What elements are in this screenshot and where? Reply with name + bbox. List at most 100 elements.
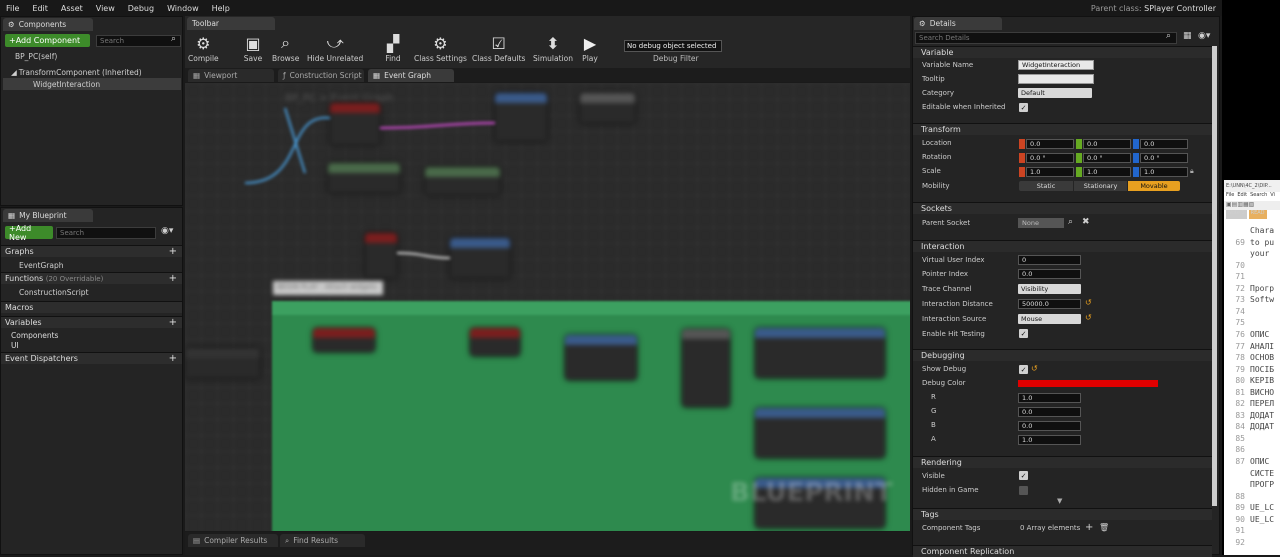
scale-z-input[interactable]: 1.0 (1140, 167, 1188, 177)
reset-default-icon[interactable]: ↺ (1031, 364, 1038, 373)
trace-channel-select[interactable]: Visibility (1018, 284, 1081, 294)
notepad-menu-view[interactable]: Vi (1270, 192, 1275, 201)
menu-view[interactable]: View (96, 4, 115, 13)
code-line[interactable]: 74 (1232, 307, 1250, 316)
debug-color-g-input[interactable]: 0.0 (1018, 407, 1081, 417)
menu-edit[interactable]: Edit (32, 4, 48, 13)
location-x-input[interactable]: 0.0 (1026, 139, 1074, 149)
code-line[interactable]: Chara (1232, 226, 1274, 235)
components-tab[interactable]: ⚙ Components (3, 18, 93, 31)
code-line[interactable]: 85 (1232, 434, 1250, 443)
reset-default-icon[interactable]: ↺ (1085, 298, 1092, 307)
code-line[interactable]: 82 ПЕРЕЛ (1232, 399, 1274, 408)
component-widget-interaction[interactable]: WidgetInteraction (3, 78, 181, 90)
tab-event-graph[interactable]: ▦ Event Graph (368, 69, 454, 82)
tooltip-input[interactable] (1018, 74, 1094, 84)
find-button[interactable]: ▞ Find (383, 32, 403, 64)
code-line[interactable]: 70 (1232, 261, 1250, 270)
menu-window[interactable]: Window (167, 4, 199, 13)
parent-socket-input[interactable]: None (1018, 218, 1064, 228)
menu-help[interactable]: Help (212, 4, 230, 13)
graph-node[interactable] (682, 329, 730, 407)
component-transform[interactable]: ◢ TransformComponent (Inherited) (7, 66, 142, 78)
mobility-movable[interactable]: Movable (1128, 181, 1180, 191)
code-line[interactable]: СИСТЕ (1232, 469, 1274, 478)
code-line[interactable]: 87 ОПИС (1232, 457, 1269, 466)
my-blueprint-tab[interactable]: ▦ My Blueprint (3, 209, 93, 222)
editable-inherited-checkbox[interactable]: ✓ (1019, 103, 1028, 112)
interaction-distance-input[interactable]: 50000.0 (1018, 299, 1081, 309)
interaction-section-header[interactable]: Interaction (913, 240, 1212, 252)
delete-elements-icon[interactable]: 🗑︎ (1099, 523, 1109, 532)
code-line[interactable]: 80 КЕРІВ (1232, 376, 1274, 385)
code-line[interactable]: 71 (1232, 272, 1250, 281)
class-settings-button[interactable]: ⚙ Class Settings (414, 32, 467, 64)
virtual-user-index-input[interactable]: 0 (1018, 255, 1081, 265)
debug-color-a-input[interactable]: 1.0 (1018, 435, 1081, 445)
code-line[interactable]: 83 ДОДАТ (1232, 411, 1274, 420)
debugging-section-header[interactable]: Debugging (913, 349, 1212, 361)
code-line[interactable]: 92 (1232, 538, 1250, 547)
graph-node[interactable] (313, 328, 375, 352)
category-select[interactable]: Default (1018, 88, 1092, 98)
debug-object-select[interactable]: No debug object selected (624, 40, 722, 52)
hide-unrelated-button[interactable]: ⤻ Hide Unrelated (307, 32, 363, 63)
sockets-section-header[interactable]: Sockets (913, 202, 1212, 214)
tab-compiler-results[interactable]: ▤ Compiler Results (188, 534, 278, 547)
class-defaults-button[interactable]: ☑ Class Defaults (472, 32, 525, 64)
code-line[interactable]: ПРОГР (1232, 480, 1274, 489)
graph-node[interactable] (755, 328, 885, 378)
lock-icon[interactable]: 🔒︎ (1190, 167, 1194, 176)
details-search-input[interactable]: Search Details (915, 32, 1177, 44)
show-debug-checkbox[interactable]: ✓ (1019, 365, 1028, 374)
tags-section-header[interactable]: Tags (913, 508, 1212, 520)
variable-name-input[interactable]: WidgetInteraction (1018, 60, 1094, 70)
pointer-index-input[interactable]: 0.0 (1018, 269, 1081, 279)
debug-color-b-input[interactable]: 0.0 (1018, 421, 1081, 431)
details-view-options-icon[interactable]: ◉▾ (1198, 31, 1210, 41)
simulation-button[interactable]: ⬍ Simulation (533, 32, 573, 64)
visible-checkbox[interactable]: ✓ (1019, 471, 1028, 480)
notepad-menu-search[interactable]: Search (1250, 192, 1267, 201)
transform-section-header[interactable]: Transform (913, 123, 1212, 135)
event-dispatchers-section[interactable]: Event Dispatchers + (1, 352, 182, 364)
save-button[interactable]: ▣ Save (243, 32, 263, 64)
menu-asset[interactable]: Asset (61, 4, 83, 13)
variables-section[interactable]: Variables + (1, 316, 182, 328)
comment-box-header[interactable]: BEGIN PLAY : Attach widgets (273, 281, 383, 295)
graph-node[interactable] (755, 408, 885, 458)
reset-default-icon[interactable]: ↺ (1085, 313, 1092, 322)
details-tab[interactable]: ⚙ Details (914, 17, 1002, 30)
debug-color-r-input[interactable]: 1.0 (1018, 393, 1081, 403)
graph-node[interactable] (185, 348, 260, 378)
mobility-stationary[interactable]: Stationary (1074, 181, 1127, 191)
code-line[interactable]: 73 Softw (1232, 295, 1274, 304)
construction-script-item[interactable]: ConstructionScript (15, 286, 89, 298)
notepad-tab[interactable]: Note 1 (1226, 210, 1247, 219)
code-line[interactable]: 79 ПОСІБ (1232, 365, 1274, 374)
blueprint-search-input[interactable]: Search (56, 227, 156, 239)
code-line[interactable]: your (1232, 249, 1269, 258)
interaction-source-select[interactable]: Mouse (1018, 314, 1081, 324)
menu-file[interactable]: File (6, 4, 19, 13)
eye-icon[interactable]: ◉▾ (161, 226, 173, 236)
code-line[interactable]: 89 UE_LC (1232, 503, 1274, 512)
parent-class-link[interactable]: SPlayer Controller (1144, 4, 1216, 13)
mobility-static[interactable]: Static (1019, 181, 1073, 191)
location-y-input[interactable]: 0.0 (1083, 139, 1131, 149)
graphs-section[interactable]: Graphs + (1, 245, 182, 257)
toolbar-tab[interactable]: Toolbar (187, 17, 275, 30)
tab-viewport[interactable]: ▦ Viewport (188, 69, 274, 82)
socket-search-icon[interactable]: ⌕ (1068, 217, 1073, 227)
code-line[interactable]: 78 ОСНОВ (1232, 353, 1274, 362)
graph-node[interactable] (565, 335, 637, 380)
tab-find-results[interactable]: ⌕ Find Results (280, 534, 365, 547)
socket-clear-icon[interactable]: ✖ (1082, 217, 1090, 227)
variable-section-header[interactable]: Variable (913, 46, 1212, 58)
components-search-input[interactable]: Search (96, 35, 181, 47)
details-scrollbar[interactable] (1212, 46, 1217, 506)
code-line[interactable]: 91 (1232, 526, 1250, 535)
location-z-input[interactable]: 0.0 (1140, 139, 1188, 149)
debug-color-swatch[interactable] (1018, 380, 1158, 387)
notepad-menu-edit[interactable]: Edit (1237, 192, 1247, 201)
